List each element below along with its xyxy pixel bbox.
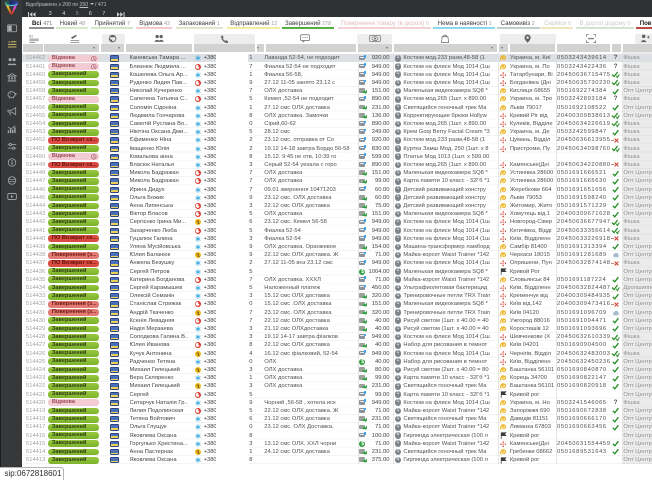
svg-text:ID: ID — [30, 34, 34, 38]
